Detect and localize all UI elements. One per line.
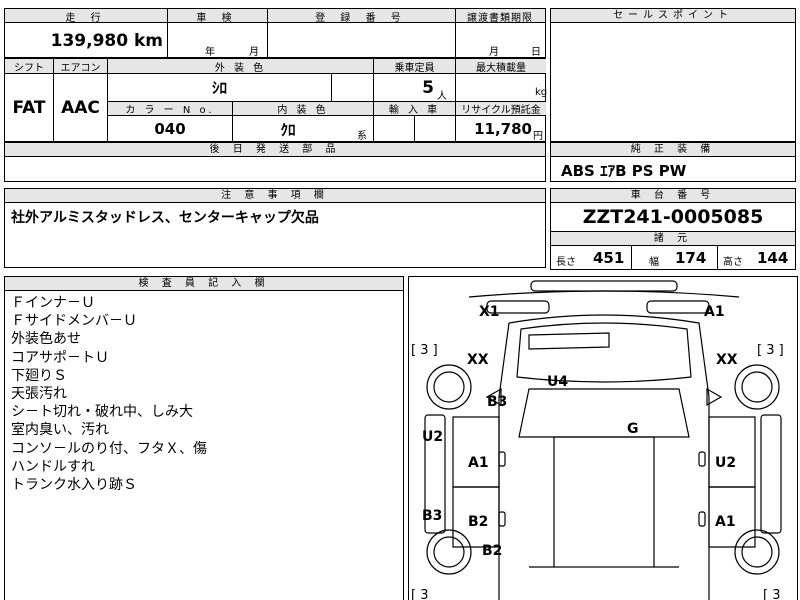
equipment-value: ABS ｴｱB PS PW <box>561 161 687 180</box>
sales-point-box: セールスポイント <box>550 8 796 142</box>
mark-left-front-door: A1 <box>468 455 489 471</box>
recycle-unit: 円 <box>533 131 543 142</box>
mark-right-rear-door: A1 <box>715 514 736 530</box>
specs-box: シフト エアコン 外 装 色 乗車定員 最大積載量 FAT AAC ｼﾛ 5 人… <box>4 58 548 142</box>
transfer-deadline-label: 譲渡書類期限 <box>467 12 533 24</box>
exterior-color-value: ｼﾛ <box>211 79 227 97</box>
width-label: 幅 <box>649 257 659 268</box>
chassis-label: 車 台 番 号 <box>551 189 795 203</box>
equipment-box: 純 正 装 備 ABS ｴｱB PS PW <box>550 142 796 182</box>
recycle-value: 11,780 <box>474 120 532 138</box>
mark-left-sill: B3 <box>422 508 442 524</box>
car-diagram-box: X1 A1 XX XX U4 B3 G U2 U2 A1 B2 A1 B3 B2… <box>408 276 798 600</box>
ac-value: AAC <box>61 98 100 118</box>
max-load-unit: kg <box>535 87 548 98</box>
capacity-value: 5 <box>422 77 434 98</box>
max-load-label: 最大積載量 <box>456 59 546 74</box>
inspector-line: シ－ト切れ・破れ中、しみ大 <box>11 404 193 421</box>
sales-point-label: セールスポイント <box>551 9 795 23</box>
shift-value: FAT <box>12 98 46 118</box>
mark-left-front-pillar: U2 <box>422 429 443 445</box>
inspector-line: ハンドルすれ <box>11 458 95 475</box>
notes-value: 社外アルミスタッドレス、センターキャップ欠品 <box>11 210 319 226</box>
color-no-value: 040 <box>154 120 186 138</box>
inspector-line: コアサポ－トＵ <box>11 349 109 366</box>
transfer-month-unit: 月 <box>489 47 499 58</box>
inspector-line: 外装色あせ <box>11 331 81 348</box>
inspector-lines: Ｆインナ－Ｕ Ｆサイドメンバ－Ｕ 外装色あせ コアサポ－トＵ 下廻りＳ 天張汚れ… <box>11 294 207 494</box>
mark-left-front-fender: B3 <box>487 394 507 410</box>
height-label: 高さ <box>723 257 743 268</box>
tire-tread-top-left: [ 3 ] <box>411 343 438 358</box>
notes-label: 注 意 事 項 欄 <box>5 189 545 203</box>
exterior-color-label: 外 装 色 <box>108 59 373 74</box>
car-diagram: X1 A1 XX XX U4 B3 G U2 U2 A1 B2 A1 B3 B2… <box>411 280 784 600</box>
tire-tread-bottom-left: [ 3 <box>411 588 428 600</box>
inspector-line: トランク水入り跡Ｓ <box>11 477 137 494</box>
mark-windshield: G <box>627 421 639 437</box>
registration-label: 登 録 番 号 <box>315 12 407 24</box>
tire-tread-top-right: [ 3 ] <box>757 343 784 358</box>
transfer-day-unit: 日 <box>531 47 541 58</box>
later-parts-label: 後 日 発 送 部 品 <box>5 143 545 157</box>
inspector-line: 下廻りＳ <box>11 367 67 384</box>
length-value: 451 <box>593 249 625 267</box>
inspector-line: Ｆサイドメンバ－Ｕ <box>11 313 137 330</box>
color-no-label: カ ラ ー N o. <box>108 102 232 116</box>
mark-front-left-corner: X1 <box>479 304 500 320</box>
import-label: 輸 入 車 <box>374 102 455 116</box>
interior-color-unit: 系 <box>357 131 367 142</box>
mark-front-right-corner: A1 <box>704 304 725 320</box>
inspection-label: 車 検 <box>196 12 238 24</box>
height-value: 144 <box>757 249 789 267</box>
notes-box: 注 意 事 項 欄 社外アルミスタッドレス、センターキャップ欠品 <box>4 188 546 268</box>
equipment-label: 純 正 装 備 <box>551 143 795 157</box>
ac-label: エアコン <box>54 59 107 74</box>
inspector-line: 天張汚れ <box>11 386 67 403</box>
inspection-month-unit: 月 <box>249 47 259 58</box>
mark-left-rear-door: B2 <box>468 514 488 530</box>
mark-hood: U4 <box>547 374 568 390</box>
inspector-line: コンソ－ルのり付、フタＸ、傷 <box>11 440 207 457</box>
shift-label: シフト <box>5 59 53 74</box>
interior-color-value: ｸﾛ <box>280 120 296 139</box>
mileage-value: 139,980 km <box>50 31 163 51</box>
top-info-box: 走 行 車 検 登 録 番 号 譲渡書類期限 139,980 km 年 月 月 … <box>4 8 546 58</box>
mark-right-front-wheel: XX <box>716 352 738 368</box>
dims-label: 諸 元 <box>551 232 795 246</box>
inspector-box: 検 査 員 記 入 欄 Ｆインナ－Ｕ Ｆサイドメンバ－Ｕ 外装色あせ コアサポ－… <box>4 276 404 600</box>
interior-color-label: 内 装 色 <box>233 102 373 116</box>
inspector-label: 検 査 員 記 入 欄 <box>5 277 403 291</box>
mileage-label: 走 行 <box>65 12 107 24</box>
tire-tread-bottom-right: [ 3 <box>763 588 780 600</box>
capacity-unit: 人 <box>437 91 447 102</box>
chassis-box: 車 台 番 号 ZZT241-0005085 諸 元 長さ 451 幅 174 … <box>550 188 796 270</box>
mark-left-rear-fender: B2 <box>482 543 502 559</box>
capacity-label: 乗車定員 <box>374 59 455 74</box>
inspector-line: 室内臭い、汚れ <box>11 422 109 439</box>
later-parts-box: 後 日 発 送 部 品 <box>4 142 546 182</box>
width-value: 174 <box>675 249 707 267</box>
chassis-value: ZZT241-0005085 <box>582 206 764 228</box>
inspection-year-unit: 年 <box>205 47 215 58</box>
inspector-line: Ｆインナ－Ｕ <box>11 295 95 311</box>
mark-left-front-wheel: XX <box>467 352 489 368</box>
recycle-label: リサイクル預託金 <box>456 102 546 116</box>
mark-right-front-pillar: U2 <box>715 455 736 471</box>
length-label: 長さ <box>556 257 576 268</box>
